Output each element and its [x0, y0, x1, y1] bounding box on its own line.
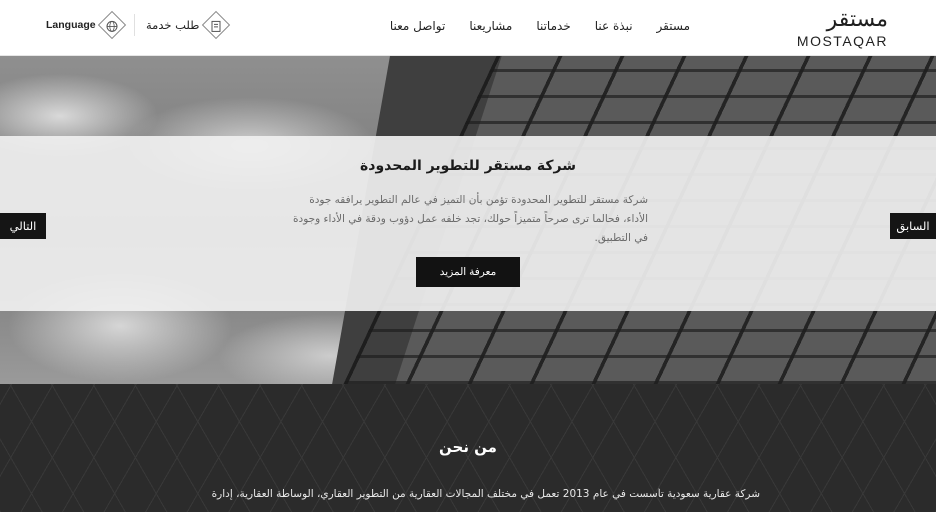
nav-item-contact[interactable]: تواصل معنا [390, 16, 445, 36]
language-label: Language [46, 19, 96, 31]
about-section: من نحن شركة عقارية سعودية تأسست في عام 2… [0, 384, 936, 512]
learn-more-button[interactable]: معرفة المزيد [416, 257, 520, 287]
about-description: شركة عقارية سعودية تأسست في عام 2013 تعم… [211, 488, 760, 500]
slider-next-button[interactable]: التالي [0, 213, 46, 239]
logo-arabic: مستقر [826, 7, 888, 32]
hero-slider: شركة مستقر للتطوير المحدودة شركة مستقر ل… [0, 56, 936, 384]
logo-english: MOSTAQAR [796, 33, 888, 49]
main-nav: مستقر نبذة عنا خدماتنا مشاريعنا تواصل مع… [360, 16, 690, 36]
nav-item-projects[interactable]: مشاريعنا [469, 16, 512, 36]
request-service-button[interactable]: طلب خدمة [146, 10, 236, 42]
service-icon-frame [201, 10, 231, 40]
hero-description: شركة مستقر للتطوير المحدودة تؤمن بأن الت… [293, 194, 648, 244]
logo[interactable]: مستقر MOSTAQAR [790, 7, 888, 50]
slider-prev-button[interactable]: السابق [890, 213, 936, 239]
document-icon [209, 19, 223, 33]
hero-title: شركة مستقر للتطوير المحدودة [360, 158, 576, 174]
language-button[interactable]: Language [46, 10, 128, 42]
nav-item-services[interactable]: خدماتنا [536, 16, 570, 36]
nav-item-about[interactable]: نبذة عنا [595, 16, 633, 36]
request-service-label: طلب خدمة [146, 18, 200, 32]
about-title: من نحن [439, 438, 497, 456]
nav-item-home[interactable]: مستقر [657, 16, 690, 36]
language-icon-frame [97, 10, 127, 40]
header-divider [134, 14, 135, 36]
site-header: مستقر MOSTAQAR مستقر نبذة عنا خدماتنا مش… [0, 0, 936, 56]
globe-icon [105, 19, 119, 33]
